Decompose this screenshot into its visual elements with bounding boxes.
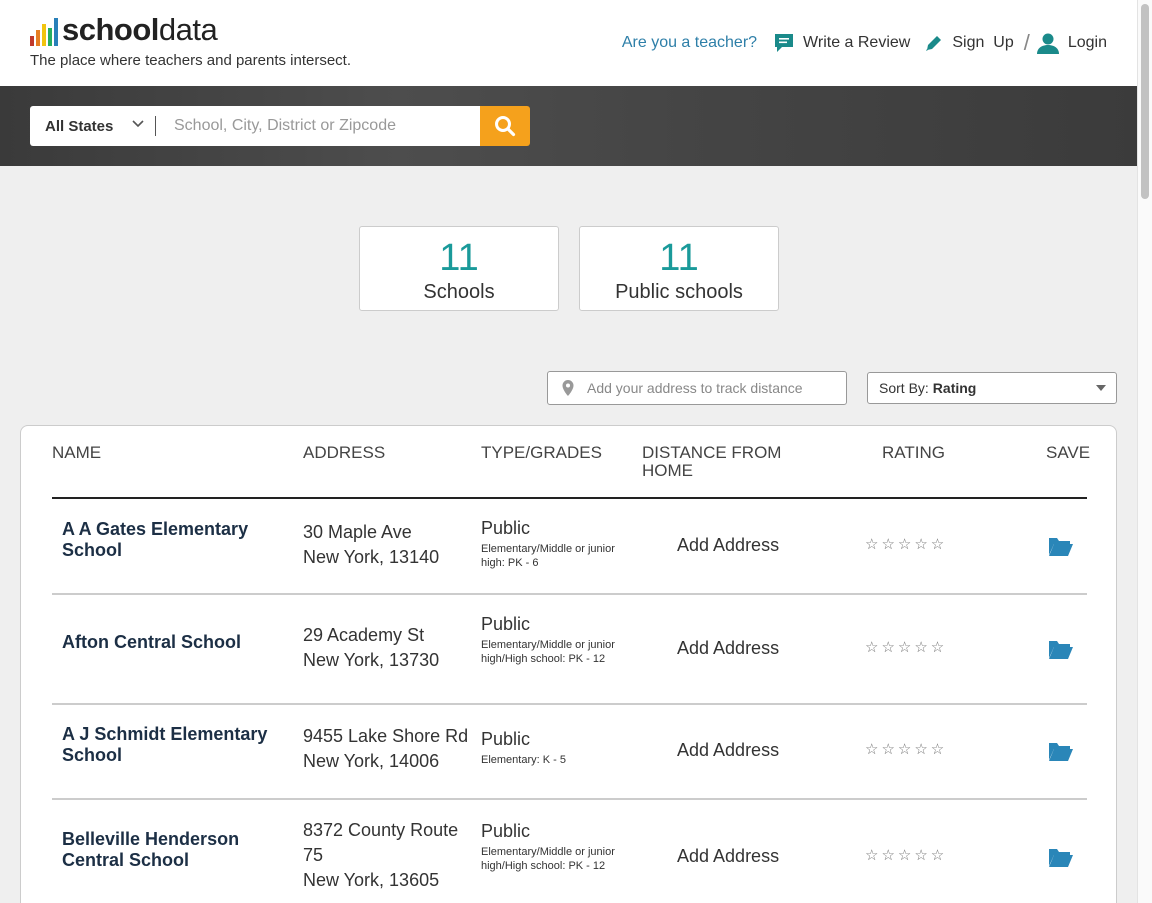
- school-type: Public Elementary/Middle or junior high/H…: [481, 821, 621, 873]
- address-line1: 30 Maple Ave: [303, 522, 412, 542]
- grades-label: Elementary: K - 5: [481, 754, 566, 766]
- stat-public-label: Public schools: [615, 281, 743, 303]
- school-type: Public Elementary: K - 5: [481, 729, 621, 767]
- col-type[interactable]: TYPE/GRADES: [481, 444, 602, 462]
- top-nav: Are you a teacher? Write a Review Sign U…: [622, 30, 1107, 56]
- search-bar: All States: [30, 106, 530, 146]
- sort-select[interactable]: Sort By: Rating: [867, 372, 1117, 404]
- add-address-link[interactable]: Add Address: [677, 846, 779, 867]
- folder-icon: [1049, 641, 1073, 659]
- search-button[interactable]: [480, 106, 530, 146]
- save-button[interactable]: [1048, 846, 1074, 868]
- state-select-value: All States: [45, 117, 114, 135]
- address-placeholder: Add your address to track distance: [587, 380, 803, 396]
- search-input[interactable]: [156, 106, 480, 146]
- grades-label: Elementary/Middle or junior high/High sc…: [481, 639, 615, 665]
- login-label: Login: [1067, 34, 1107, 51]
- save-button[interactable]: [1048, 638, 1074, 660]
- search-banner: All States: [0, 86, 1137, 166]
- address-line2: New York, 13605: [303, 870, 440, 890]
- grades-label: Elementary/Middle or junior high: PK - 6: [481, 543, 615, 569]
- rating-stars: ☆☆☆☆☆: [865, 536, 948, 553]
- stat-public-count: 11: [659, 237, 699, 279]
- address-line2: New York, 14006: [303, 751, 440, 771]
- rating-stars: ☆☆☆☆☆: [865, 639, 948, 656]
- folder-icon: [1049, 743, 1073, 761]
- stat-schools-label: Schools: [423, 281, 495, 303]
- sort-value: Rating: [932, 380, 977, 396]
- add-address-link[interactable]: Add Address: [677, 535, 779, 556]
- school-name-link[interactable]: A A Gates Elementary School: [62, 519, 282, 561]
- add-address-link[interactable]: Add Address: [677, 740, 779, 761]
- signup-label: Sign Up: [952, 34, 1014, 51]
- nav-divider: /: [1023, 30, 1030, 55]
- address-line1: 8372 County Route 75: [303, 820, 459, 865]
- school-address: 8372 County Route 75 New York, 13605: [303, 818, 468, 893]
- address-line2: New York, 13140: [303, 547, 440, 567]
- page-scrollbar[interactable]: [1137, 0, 1152, 903]
- logo-light: data: [158, 12, 218, 47]
- schools-table: NAME ADDRESS TYPE/GRADES DISTANCE FROM H…: [20, 425, 1117, 903]
- sort-prefix: Sort By:: [879, 380, 929, 396]
- stat-schools[interactable]: 11 Schools: [359, 226, 559, 311]
- save-button[interactable]: [1048, 740, 1074, 762]
- pencil-icon: [926, 36, 942, 51]
- map-pin-icon: [562, 380, 574, 396]
- type-label: Public: [481, 614, 531, 634]
- select-separator: [155, 116, 156, 136]
- user-icon: [1036, 33, 1059, 54]
- login-link[interactable]: Login: [1036, 32, 1107, 54]
- address-line1: 29 Academy St: [303, 625, 425, 645]
- tagline: The place where teachers and parents int…: [30, 52, 352, 69]
- grades-label: Elementary/Middle or junior high/High sc…: [481, 846, 615, 872]
- caret-down-icon: [1096, 385, 1106, 391]
- school-address: 29 Academy St New York, 13730: [303, 623, 473, 673]
- folder-icon: [1049, 849, 1073, 867]
- school-address: 30 Maple Ave New York, 13140: [303, 520, 473, 570]
- school-type: Public Elementary/Middle or junior high: …: [481, 518, 621, 570]
- type-label: Public: [481, 518, 531, 538]
- scrollbar-thumb[interactable]: [1141, 4, 1149, 199]
- school-type: Public Elementary/Middle or junior high/H…: [481, 614, 621, 666]
- school-address: 9455 Lake Shore Rd New York, 14006: [303, 724, 473, 774]
- comment-icon: [775, 34, 794, 52]
- table-header: NAME ADDRESS TYPE/GRADES DISTANCE FROM H…: [52, 444, 1090, 499]
- state-select[interactable]: All States: [30, 106, 156, 146]
- table-row: A A Gates Elementary School 30 Maple Ave…: [52, 499, 1087, 595]
- site-header: schooldata The place where teachers and …: [0, 0, 1137, 86]
- stat-schools-count: 11: [439, 237, 479, 279]
- school-name-link[interactable]: Belleville Henderson Central School: [62, 829, 282, 871]
- site-logo[interactable]: schooldata: [30, 12, 218, 47]
- table-row: A J Schmidt Elementary School 9455 Lake …: [52, 705, 1087, 800]
- table-row: Afton Central School 29 Academy St New Yo…: [52, 595, 1087, 705]
- add-address-link[interactable]: Add Address: [677, 638, 779, 659]
- col-rating[interactable]: RATING: [882, 444, 945, 462]
- save-button[interactable]: [1048, 535, 1074, 557]
- stat-public-schools[interactable]: 11 Public schools: [579, 226, 779, 311]
- rating-stars: ☆☆☆☆☆: [865, 741, 948, 758]
- chevron-down-icon: [132, 120, 144, 128]
- address-line2: New York, 13730: [303, 650, 440, 670]
- signup-link[interactable]: Sign Up: [924, 33, 1014, 53]
- col-distance[interactable]: DISTANCE FROM HOME: [642, 444, 802, 480]
- write-review-label: Write a Review: [803, 34, 911, 51]
- school-name-link[interactable]: A J Schmidt Elementary School: [62, 724, 282, 766]
- col-name[interactable]: NAME: [52, 444, 101, 462]
- type-label: Public: [481, 821, 531, 841]
- folder-icon: [1049, 538, 1073, 556]
- table-row: Belleville Henderson Central School 8372…: [52, 800, 1087, 903]
- address-line1: 9455 Lake Shore Rd: [303, 726, 469, 746]
- col-save[interactable]: SAVE: [1046, 444, 1090, 462]
- teacher-link[interactable]: Are you a teacher?: [622, 34, 757, 52]
- school-name-link[interactable]: Afton Central School: [62, 632, 282, 653]
- col-address[interactable]: ADDRESS: [303, 444, 385, 462]
- search-icon: [495, 116, 516, 137]
- address-distance-input[interactable]: Add your address to track distance: [547, 371, 847, 405]
- rating-stars: ☆☆☆☆☆: [865, 847, 948, 864]
- logo-bold: school: [62, 12, 159, 47]
- type-label: Public: [481, 729, 531, 749]
- write-review-link[interactable]: Write a Review: [773, 32, 910, 54]
- logo-bars-icon: [30, 16, 58, 46]
